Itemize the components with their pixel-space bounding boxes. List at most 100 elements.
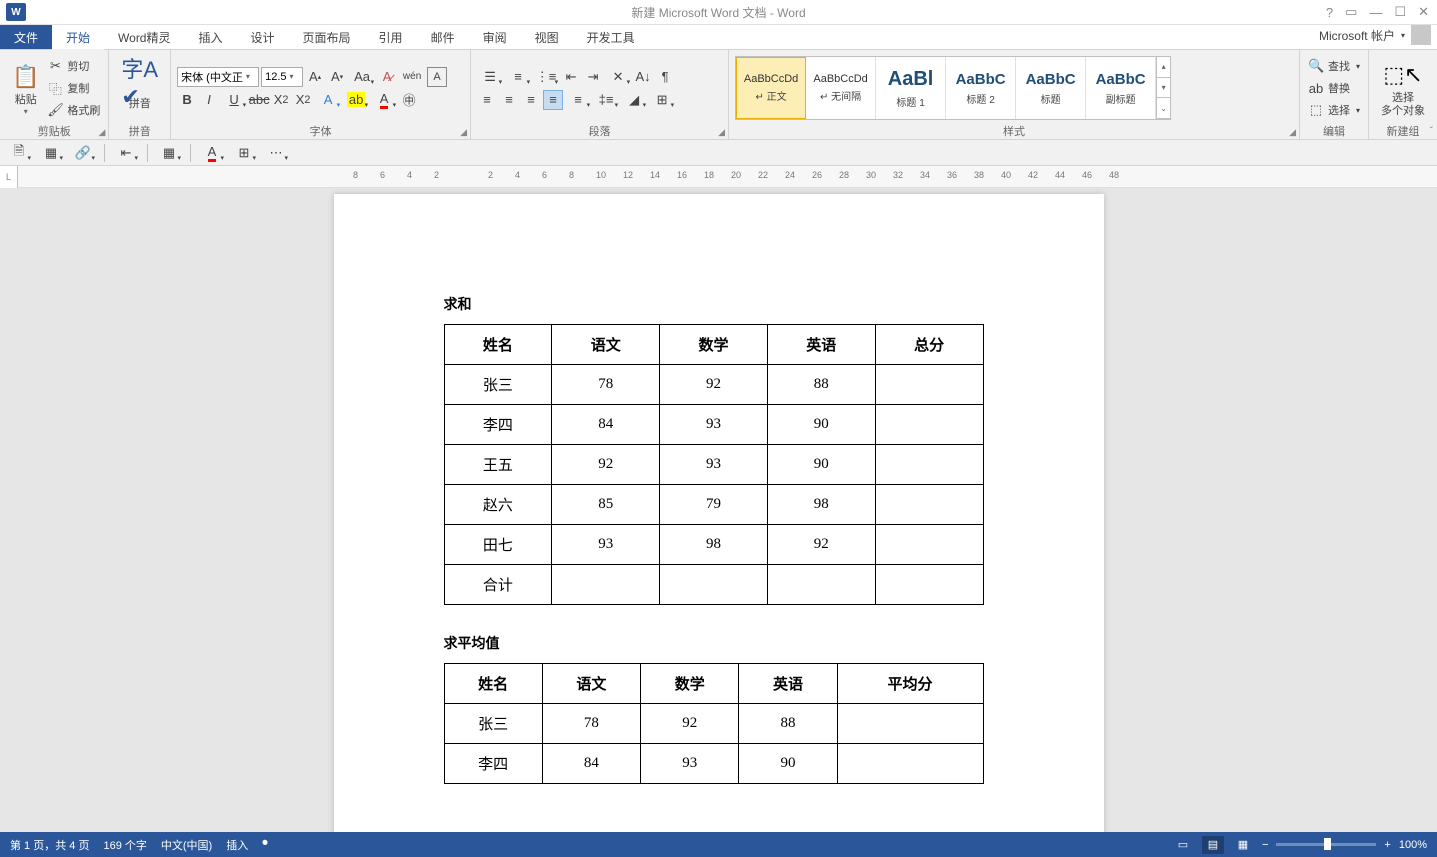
align-justify-button[interactable]: ≡ (543, 90, 563, 110)
align-center-button[interactable]: ≡ (499, 90, 519, 110)
qat-grid-button[interactable]: ⊞▾ (231, 143, 257, 163)
font-color-button[interactable]: A▾ (371, 90, 397, 110)
table-cell[interactable] (875, 365, 983, 405)
strike-button[interactable]: abc (249, 90, 269, 110)
qat-more-button[interactable]: ⋯▾ (263, 143, 289, 163)
style-normal[interactable]: AaBbCcDd↵ 正文 (736, 57, 806, 119)
text-effects-button[interactable]: A▾ (315, 90, 341, 110)
clipboard-launcher[interactable]: ◢ (98, 127, 105, 138)
table-cell[interactable] (660, 565, 768, 605)
table-cell[interactable] (875, 565, 983, 605)
distributed-button[interactable]: ≡▾ (565, 90, 591, 110)
tab-mailings[interactable]: 邮件 (417, 25, 469, 49)
table-cell[interactable]: 田七 (444, 525, 552, 565)
cut-button[interactable]: ✂剪切 (45, 56, 102, 76)
clear-format-button[interactable]: A̷ (377, 67, 397, 87)
styles-launcher[interactable]: ◢ (1289, 127, 1296, 138)
tab-references[interactable]: 引用 (365, 25, 417, 49)
table-cell[interactable]: 90 (767, 405, 875, 445)
qat-link-button[interactable]: 🔗▾ (70, 143, 96, 163)
table-cell[interactable]: 98 (660, 525, 768, 565)
font-launcher[interactable]: ◢ (460, 127, 467, 138)
table-cell[interactable]: 85 (552, 485, 660, 525)
qat-fontcolor2-button[interactable]: A▾ (199, 143, 225, 163)
table-row[interactable]: 合计 (444, 565, 983, 605)
decrease-indent-button[interactable]: ⇤ (561, 67, 581, 87)
grow-font-button[interactable]: A▴ (305, 67, 325, 87)
close-icon[interactable]: ✕ (1418, 4, 1429, 20)
superscript-button[interactable]: X2 (293, 90, 313, 110)
paragraph-launcher[interactable]: ◢ (718, 127, 725, 138)
zoom-slider[interactable] (1276, 843, 1376, 846)
table-cell[interactable]: 79 (660, 485, 768, 525)
change-case-button[interactable]: Aa▾ (349, 67, 375, 87)
phonetic-guide-button[interactable]: wén (399, 67, 425, 87)
table-row[interactable]: 李四849390 (444, 744, 983, 784)
table-row[interactable]: 李四849390 (444, 405, 983, 445)
section1-heading[interactable]: 求和 (444, 294, 994, 314)
enclose-char-button[interactable]: ㊥ (399, 90, 419, 110)
asian-layout-button[interactable]: ✕▾ (605, 67, 631, 87)
tab-home[interactable]: 开始 (52, 25, 104, 49)
underline-button[interactable]: U▾ (221, 90, 247, 110)
table-cell[interactable]: 李四 (444, 744, 542, 784)
style-heading1[interactable]: AaBl标题 1 (876, 57, 946, 119)
gallery-up-button[interactable]: ▴ (1157, 57, 1170, 78)
qat-indent-button[interactable]: ⇤▾ (113, 143, 139, 163)
table-cell[interactable]: 78 (542, 704, 640, 744)
char-border-button[interactable]: A (427, 67, 447, 87)
table-cell[interactable]: 92 (552, 445, 660, 485)
qat-table-button[interactable]: ▦▾ (38, 143, 64, 163)
style-title[interactable]: AaBbC标题 (1016, 57, 1086, 119)
zoom-out-button[interactable]: − (1262, 839, 1268, 851)
tab-developer[interactable]: 开发工具 (573, 25, 649, 49)
document-area[interactable]: 求和 姓名语文数学英语总分张三789288李四849390王五929390赵六8… (0, 188, 1437, 832)
table-header[interactable]: 语文 (552, 325, 660, 365)
macro-icon[interactable]: ⏺ (262, 837, 268, 853)
table-cell[interactable]: 合计 (444, 565, 552, 605)
tab-insert[interactable]: 插入 (185, 25, 237, 49)
zoom-level[interactable]: 100% (1399, 839, 1427, 851)
table-sum[interactable]: 姓名语文数学英语总分张三789288李四849390王五929390赵六8579… (444, 324, 984, 605)
table-cell[interactable]: 98 (767, 485, 875, 525)
table-cell[interactable]: 92 (767, 525, 875, 565)
table-cell[interactable] (875, 445, 983, 485)
view-web-button[interactable]: ▦ (1232, 836, 1254, 854)
section2-heading[interactable]: 求平均值 (444, 633, 994, 653)
qat-file-button[interactable]: 🗎▾ (6, 143, 32, 163)
table-cell[interactable]: 93 (552, 525, 660, 565)
table-row[interactable]: 王五929390 (444, 445, 983, 485)
ribbon-opts-icon[interactable]: ▭ (1345, 4, 1357, 20)
table-cell[interactable]: 92 (641, 704, 739, 744)
page[interactable]: 求和 姓名语文数学英语总分张三789288李四849390王五929390赵六8… (334, 194, 1104, 832)
table-cell[interactable] (837, 744, 983, 784)
table-cell[interactable]: 90 (767, 445, 875, 485)
subscript-button[interactable]: X2 (271, 90, 291, 110)
copy-button[interactable]: ⿻复制 (45, 78, 102, 98)
style-nospacing[interactable]: AaBbCcDd↵ 无间隔 (806, 57, 876, 119)
table-cell[interactable]: 84 (542, 744, 640, 784)
highlight-button[interactable]: ab▾ (343, 90, 369, 110)
tab-design[interactable]: 设计 (237, 25, 289, 49)
table-cell[interactable]: 张三 (444, 365, 552, 405)
bullets-button[interactable]: ☰▾ (477, 67, 503, 87)
tab-layout[interactable]: 页面布局 (289, 25, 365, 49)
collapse-ribbon-button[interactable]: ˇ (1430, 126, 1433, 137)
table-header[interactable]: 英语 (739, 664, 837, 704)
style-subtitle[interactable]: AaBbC副标题 (1086, 57, 1156, 119)
table-cell[interactable]: 93 (641, 744, 739, 784)
word-count[interactable]: 169 个字 (103, 837, 146, 853)
replace-button[interactable]: ab替换 (1306, 78, 1362, 98)
table-cell[interactable] (875, 485, 983, 525)
table-cell[interactable]: 90 (739, 744, 837, 784)
page-status[interactable]: 第 1 页，共 4 页 (10, 837, 89, 853)
font-name-combo[interactable]: 宋体 (中文正▾ (177, 67, 259, 87)
table-cell[interactable]: 92 (660, 365, 768, 405)
tab-file[interactable]: 文件 (0, 25, 52, 49)
table-cell[interactable] (767, 565, 875, 605)
style-heading2[interactable]: AaBbC标题 2 (946, 57, 1016, 119)
pinyin-button[interactable]: 字A✔ 拼音 (115, 62, 164, 113)
table-header[interactable]: 语文 (542, 664, 640, 704)
align-right-button[interactable]: ≡ (521, 90, 541, 110)
numbering-button[interactable]: ≡▾ (505, 67, 531, 87)
